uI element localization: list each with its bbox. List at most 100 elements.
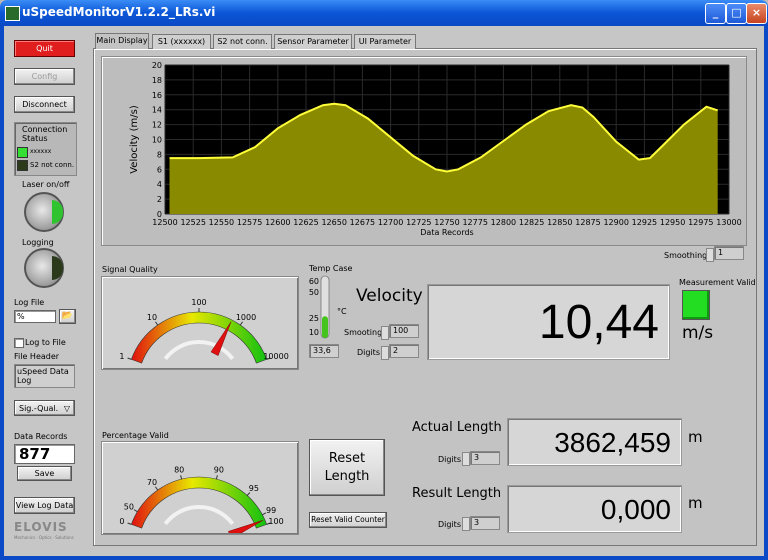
x-tick-label: 12700 xyxy=(378,218,403,227)
percentage-valid-scale-label: 80 xyxy=(174,465,184,474)
actual-length-digits-spinner[interactable] xyxy=(462,452,470,466)
chart-smoothing-value[interactable]: 1 xyxy=(714,246,744,260)
config-button[interactable]: Config xyxy=(14,68,75,85)
sigqual-value: Sig.-Qual. xyxy=(19,404,59,413)
actual-length-display: 3862,459 xyxy=(507,418,682,466)
minimize-button[interactable]: _ xyxy=(705,3,726,24)
signal-quality-scale-label: 10 xyxy=(147,313,157,322)
elovis-logo: ELOVIS xyxy=(14,520,68,534)
x-tick-label: 12625 xyxy=(293,218,318,227)
sensor1-led xyxy=(17,147,28,158)
close-button[interactable]: × xyxy=(746,3,767,24)
tab-ui-parameter[interactable]: UI Parameter xyxy=(354,34,416,49)
x-tick-label: 12925 xyxy=(632,218,657,227)
velocity-unit: m/s xyxy=(682,323,714,343)
chevron-down-icon: ▽ xyxy=(63,404,70,413)
y-tick-label: 10 xyxy=(152,136,162,145)
x-tick-label: 12750 xyxy=(434,218,459,227)
save-button[interactable]: Save xyxy=(17,466,72,481)
view-log-data-button[interactable]: View Log Data xyxy=(14,497,75,514)
velocity-smoothing-label: Smooting xyxy=(344,328,383,337)
percentage-valid-label: Percentage Valid xyxy=(102,431,169,440)
y-tick-label: 0 xyxy=(157,210,162,219)
data-records-value: 877 xyxy=(14,444,75,464)
velocity-digits-spinner[interactable] xyxy=(381,346,389,360)
percentage-valid-scale-label: 90 xyxy=(214,465,224,474)
sensor2-label: S2 not conn. xyxy=(30,161,75,169)
y-tick-label: 20 xyxy=(152,61,162,70)
tab-main-display[interactable]: Main Display xyxy=(95,33,149,49)
velocity-display: 10,44 xyxy=(427,284,670,360)
x-tick-label: 12500 xyxy=(152,218,177,227)
x-tick-label: 12825 xyxy=(519,218,544,227)
reset-valid-counter-button[interactable]: Reset Valid Counter xyxy=(309,512,387,528)
y-tick-label: 12 xyxy=(152,121,162,130)
thermometer-fill xyxy=(322,316,328,338)
file-header-label: File Header xyxy=(14,352,60,361)
folder-icon: 📂 xyxy=(61,311,74,321)
disconnect-button[interactable]: Disconnect xyxy=(14,96,75,113)
result-length-digits-value[interactable]: 3 xyxy=(470,516,500,530)
reset-length-button[interactable]: Reset Length xyxy=(309,439,385,496)
x-tick-label: 12650 xyxy=(321,218,346,227)
quit-button[interactable]: Quit xyxy=(14,40,75,57)
tab-sensor-parameter[interactable]: Sensor Parameter xyxy=(274,34,352,49)
actual-length-digits-value[interactable]: 3 xyxy=(470,451,500,465)
chart-smoothing-spinner[interactable] xyxy=(706,248,714,262)
maximize-button[interactable]: □ xyxy=(726,3,747,24)
velocity-digits-value[interactable]: 2 xyxy=(389,344,419,358)
x-tick-label: 12600 xyxy=(265,218,290,227)
signal-quality-label: Signal Quality xyxy=(102,265,158,274)
percentage-valid-tick xyxy=(133,509,138,513)
result-length-digits-label: Digits xyxy=(438,520,461,529)
y-tick-label: 6 xyxy=(157,165,162,174)
x-tick-label: 12950 xyxy=(660,218,685,227)
data-records-label: Data Records xyxy=(14,432,68,441)
y-tick-label: 18 xyxy=(152,76,162,85)
log-to-file-checkbox[interactable] xyxy=(14,338,24,348)
y-tick-label: 2 xyxy=(157,195,162,204)
log-file-input[interactable]: % xyxy=(14,310,56,323)
velocity-chart: 12500 12525 12550 12575 12600 12625 12650 12675… xyxy=(129,61,742,237)
thermometer-tick-label: 10 xyxy=(309,328,319,337)
velocity-smoothing-spinner[interactable] xyxy=(381,326,389,340)
log-file-label: Log File xyxy=(14,298,45,307)
temp-unit: °C xyxy=(337,307,347,316)
x-tick-label: 12875 xyxy=(575,218,600,227)
y-tick-label: 4 xyxy=(157,180,162,189)
log-to-file-label: Log to File xyxy=(25,338,66,347)
measurement-valid-label: Measurement Valid xyxy=(679,278,756,287)
tab-s1[interactable]: S1 (xxxxxx) xyxy=(152,34,211,49)
x-tick-label: 12725 xyxy=(406,218,431,227)
x-tick-label: 13000 xyxy=(716,218,741,227)
percentage-valid-scale-label: 100 xyxy=(268,517,283,526)
browse-folder-button[interactable]: 📂 xyxy=(59,309,76,324)
thermometer-tick-label: 60 xyxy=(309,277,319,286)
result-length-display: 0,000 xyxy=(507,485,682,533)
x-tick-label: 12850 xyxy=(547,218,572,227)
percentage-valid-scale-label: 70 xyxy=(147,478,157,487)
signal-quality-scale-label: 1 xyxy=(119,352,124,361)
file-header-input[interactable]: uSpeed Data Log xyxy=(14,364,75,388)
x-tick-label: 12575 xyxy=(237,218,262,227)
tab-s2[interactable]: S2 not conn. xyxy=(213,34,272,49)
y-tick-label: 14 xyxy=(152,106,162,115)
x-tick-label: 12525 xyxy=(180,218,205,227)
signal-quality-scale-label: 100 xyxy=(191,298,206,307)
actual-length-label: Actual Length xyxy=(412,420,502,435)
sensor1-label: xxxxxx xyxy=(30,148,52,155)
measurement-valid-led xyxy=(682,290,710,320)
sigqual-dropdown[interactable]: Sig.-Qual. ▽ xyxy=(14,400,75,416)
velocity-label: Velocity xyxy=(356,286,423,306)
percentage-valid-scale-label: 95 xyxy=(249,484,259,493)
signal-quality-tick xyxy=(239,321,244,326)
signal-quality-tick xyxy=(154,321,159,326)
elovis-tagline: Mechanics · Optics · Solutions xyxy=(14,535,74,540)
velocity-smoothing-value[interactable]: 100 xyxy=(389,324,419,338)
velocity-digits-label: Digits xyxy=(357,348,380,357)
result-length-digits-spinner[interactable] xyxy=(462,517,470,531)
chart-smoothing-label: Smoothing xyxy=(664,251,708,260)
y-tick-label: 16 xyxy=(152,91,162,100)
signal-quality-gauge: 1 10 100 1000 10000 xyxy=(119,298,289,364)
thermometer-tick-label: 50 xyxy=(309,288,319,297)
